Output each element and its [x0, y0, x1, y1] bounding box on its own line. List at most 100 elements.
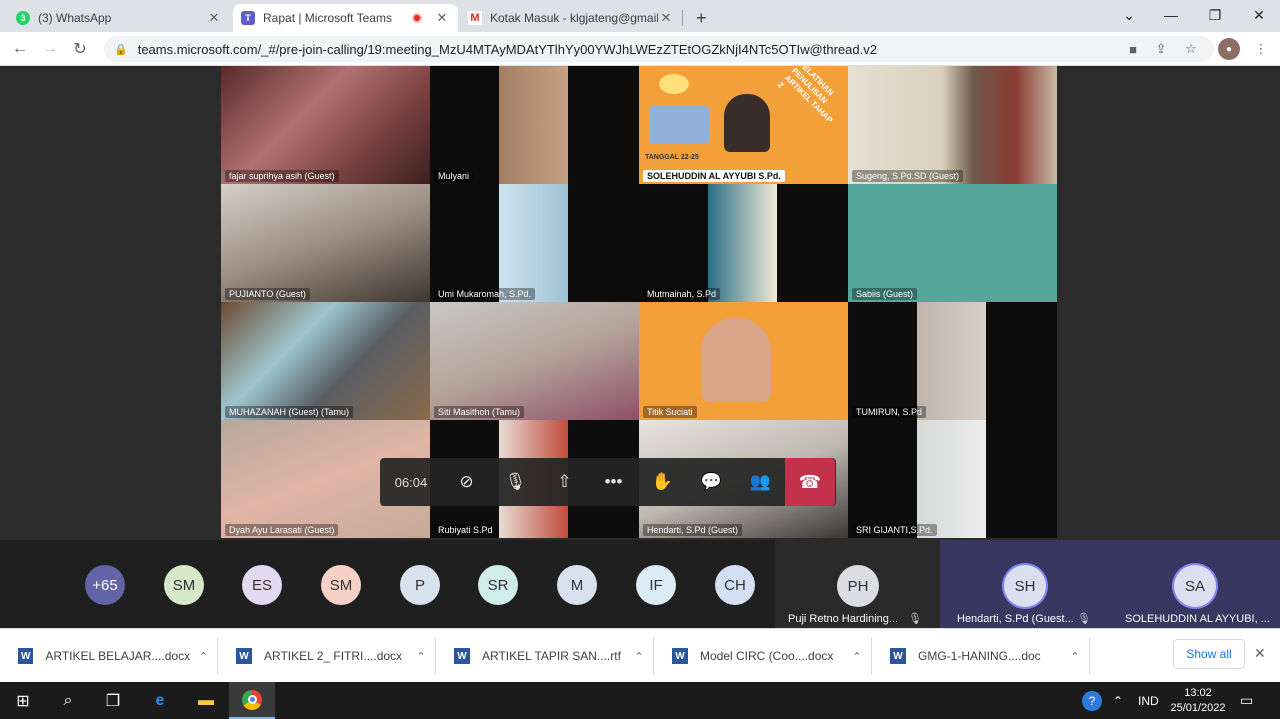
video-tile[interactable]: MUHAZANAH (Guest) (Tamu) [221, 302, 430, 420]
more-icon: ••• [604, 472, 623, 491]
video-tile[interactable]: Mutmainah, S.Pd [639, 184, 848, 302]
whatsapp-icon: 3 [16, 11, 30, 25]
download-filename: ARTIKEL BELAJAR....docx [45, 649, 191, 663]
video-tile[interactable]: Sabiis (Guest) [848, 184, 1057, 302]
banner-text: PELATIHAN PENULISAN ARTIKEL TAHAP 2 [775, 66, 836, 125]
close-tab-icon[interactable]: ✕ [434, 10, 450, 26]
participant-name: Dyah Ayu Larasati (Guest) [225, 524, 339, 536]
avatar[interactable]: IF [636, 565, 676, 605]
share-icon[interactable]: ⇪ [1150, 38, 1172, 60]
video-tile[interactable]: TUMIRUN, S.Pd [848, 302, 1057, 420]
video-tile[interactable]: Sugeng, S.Pd.SD (Guest) [848, 66, 1057, 184]
video-tile[interactable]: Umi Mukaromah, S.Pd. [430, 184, 639, 302]
pinned-participant[interactable]: PH Puji Retno Hardining... 🎙 [775, 540, 940, 628]
back-button[interactable]: ← [8, 38, 32, 60]
avatar: PH [837, 565, 879, 607]
avatar: SA [1174, 565, 1216, 607]
clock[interactable]: 13:02 25/01/2022 [1168, 682, 1228, 719]
avatar[interactable]: CH [715, 565, 755, 605]
avatar[interactable]: SR [478, 565, 518, 605]
pinned-participant[interactable]: SA SOLEHUDDIN AL AYYUBI, ... [1110, 540, 1280, 628]
video-tile[interactable]: fajar suprihya asih (Guest) [221, 66, 430, 184]
more-actions-button[interactable]: ••• [589, 458, 638, 506]
teams-icon: T [241, 11, 255, 25]
menu-icon[interactable]: ⋮ [1250, 38, 1272, 60]
participant-name: Mutmainah, S.Pd [643, 288, 721, 300]
download-item[interactable]: W ARTIKEL TAPIR SAN....rtf ⌃ [436, 637, 654, 675]
language-indicator[interactable]: IND [1138, 682, 1159, 719]
overflow-count-avatar[interactable]: +65 [85, 565, 125, 605]
url-text: teams.microsoft.com/_#/pre-join-calling/… [137, 41, 877, 57]
forward-button[interactable]: → [38, 38, 62, 60]
participant-name: Hendarti, S.Pd (Guest) [643, 524, 743, 536]
chrome-icon[interactable] [229, 682, 275, 719]
avatar[interactable]: SM [164, 565, 204, 605]
video-tile[interactable]: SRI GIJANTI,S.Pd. [848, 420, 1057, 538]
show-all-button[interactable]: Show all [1173, 639, 1245, 669]
help-icon[interactable]: ? [1082, 682, 1102, 719]
url-field[interactable]: 🔒 teams.microsoft.com/_#/pre-join-callin… [104, 36, 1214, 62]
download-item[interactable]: W ARTIKEL 2_ FITRI....docx ⌃ [218, 637, 436, 675]
participant-name: fajar suprihya asih (Guest) [225, 170, 339, 182]
call-controls: 06:04 ⊘ 🎙 ⇧ ••• ✋ 💬 👥 ☎ [380, 458, 836, 506]
camera-icon[interactable]: ■ [1122, 38, 1144, 60]
video-tile[interactable]: Titik Suciati [639, 302, 848, 420]
bookmark-star-icon[interactable]: ☆ [1180, 38, 1202, 60]
avatar[interactable]: SM [321, 565, 361, 605]
reload-button[interactable]: ↻ [68, 38, 92, 60]
raise-hand-button[interactable]: ✋ [638, 458, 687, 506]
chevron-up-icon[interactable]: ⌃ [843, 650, 871, 663]
close-tab-icon[interactable]: ✕ [658, 10, 674, 26]
avatar[interactable]: P [400, 565, 440, 605]
phone-hangup-icon: ☎ [798, 471, 822, 492]
browser-tab-strip: 3 (3) WhatsApp ✕ T Rapat | Microsoft Tea… [0, 0, 1280, 32]
video-tile[interactable]: PELATIHAN PENULISAN ARTIKEL TAHAP 2 TANG… [639, 66, 848, 184]
chat-button[interactable]: 💬 [687, 458, 736, 506]
tab-teams[interactable]: T Rapat | Microsoft Teams ✕ [233, 4, 458, 32]
video-tile[interactable]: PUJIANTO (Guest) [221, 184, 430, 302]
search-icon[interactable]: ⌕ [45, 682, 91, 719]
chevron-up-icon[interactable]: ⌃ [190, 650, 217, 663]
participants-button[interactable]: 👥 [736, 458, 785, 506]
tab-title: (3) WhatsApp [38, 11, 112, 25]
restore-button[interactable]: ❐ [1194, 0, 1236, 30]
call-timer: 06:04 [394, 474, 428, 490]
file-explorer-icon[interactable]: ▬ [183, 682, 229, 719]
chevron-up-icon[interactable]: ⌃ [1113, 682, 1123, 719]
video-tile[interactable]: Siti Masithoh (Tamu) [430, 302, 639, 420]
mic-off-icon: 🎙 [504, 472, 527, 491]
chat-icon: 💬 [700, 472, 723, 491]
tab-title: Kotak Masuk - klgjateng@gmail.c [490, 11, 658, 25]
share-screen-button[interactable]: ⇧ [540, 458, 589, 506]
pinned-participant[interactable]: SH Hendarti, S.Pd (Guest... 🎙 [940, 540, 1110, 628]
tab-search-icon[interactable]: ⌄ [1108, 0, 1150, 30]
windows-start-icon[interactable]: ⊞ [0, 682, 46, 719]
participant-name: Siti Masithoh (Tamu) [434, 406, 525, 418]
edge-icon[interactable]: e [137, 682, 183, 719]
gmail-icon: M [468, 11, 482, 25]
download-item[interactable]: W Model CIRC (Coo....docx ⌃ [654, 637, 872, 675]
close-downloads-icon[interactable]: ✕ [1254, 645, 1266, 662]
download-item[interactable]: W GMG-1-HANING....doc ⌃ [872, 637, 1090, 675]
task-view-icon[interactable]: ❐ [90, 682, 136, 719]
hang-up-button[interactable]: ☎ [785, 458, 835, 506]
avatar: SH [1004, 565, 1046, 607]
tab-gmail[interactable]: M Kotak Masuk - klgjateng@gmail.c ✕ [460, 4, 682, 32]
chevron-up-icon[interactable]: ⌃ [1061, 650, 1089, 663]
avatar[interactable]: ES [242, 565, 282, 605]
close-tab-icon[interactable]: ✕ [206, 10, 222, 26]
camera-off-button[interactable]: ⊘ [442, 458, 491, 506]
banner-illustration [649, 106, 709, 144]
video-tile[interactable]: Mulyani [430, 66, 639, 184]
tab-whatsapp[interactable]: 3 (3) WhatsApp ✕ [8, 4, 230, 32]
chevron-up-icon[interactable]: ⌃ [407, 650, 435, 663]
download-item[interactable]: W ARTIKEL BELAJAR....docx ⌃ [0, 637, 218, 675]
avatar[interactable]: M [557, 565, 597, 605]
mic-muted-button[interactable]: 🎙 [491, 458, 540, 506]
close-window-button[interactable]: ✕ [1238, 0, 1280, 30]
minimize-button[interactable]: — [1150, 0, 1192, 30]
profile-avatar[interactable]: ● [1218, 38, 1240, 60]
notifications-icon[interactable]: ▭ [1240, 682, 1253, 719]
new-tab-button[interactable]: + [688, 4, 714, 32]
chevron-up-icon[interactable]: ⌃ [625, 650, 653, 663]
